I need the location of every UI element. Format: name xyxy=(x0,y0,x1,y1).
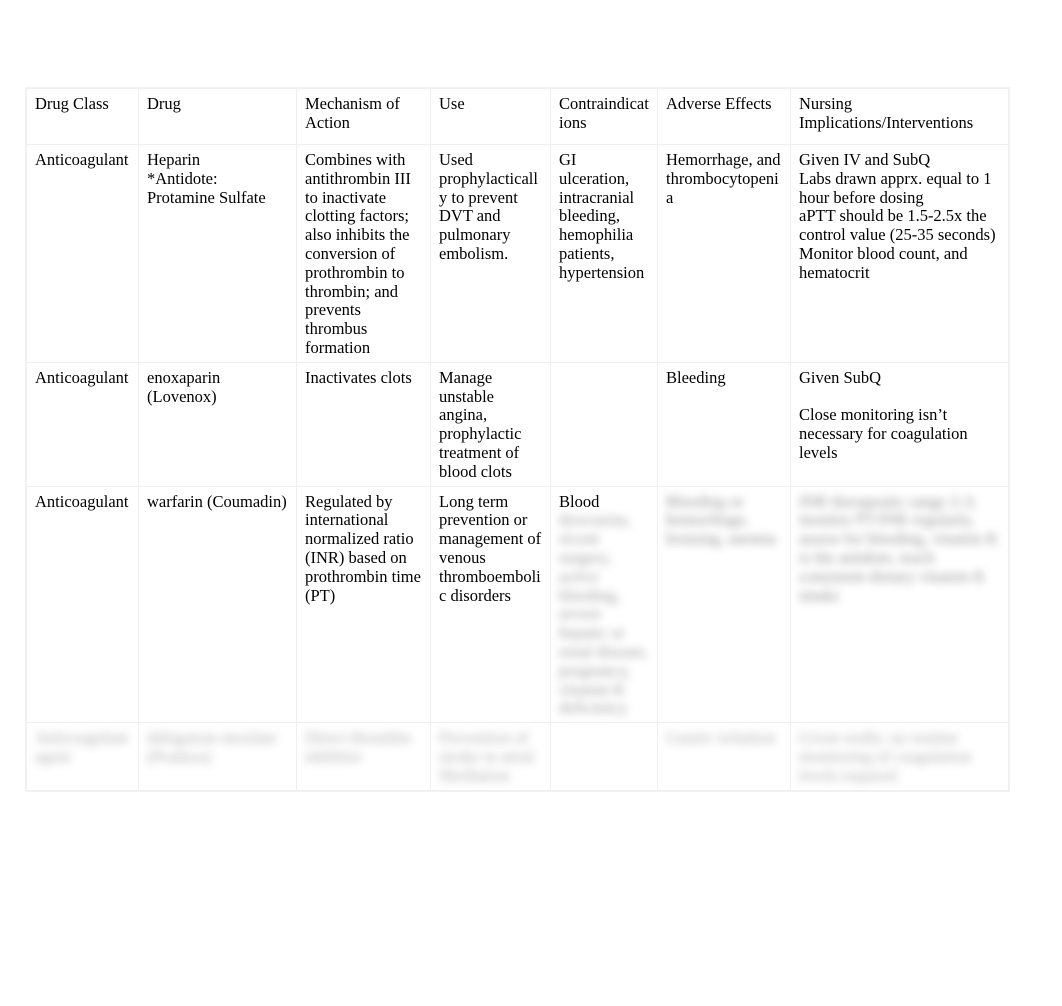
cell-drug-class: Anticoagulant xyxy=(26,485,139,724)
cell-mechanism: Inactivates clots xyxy=(296,361,431,487)
table-row: Anticoagulant agent dabigatran etexilate… xyxy=(26,722,1009,791)
column-header-contraindications: Contraindications xyxy=(550,88,658,145)
mechanism-redacted-text: Direct thrombin inhibitor xyxy=(305,728,411,766)
nursing-implications-redacted-text: INR therapeutic range 2-3; monitor PT/IN… xyxy=(799,491,999,605)
cell-nursing-implications: INR therapeutic range 2-3; monitor PT/IN… xyxy=(790,485,1009,724)
column-header-use: Use xyxy=(430,88,551,145)
nursing-implications-value: Given SubQ Close monitoring isn’t necess… xyxy=(799,367,968,462)
cell-mechanism: Combines with antithrombin III to inacti… xyxy=(296,144,431,363)
column-header-mechanism-of-action-label: Mechanism of Action xyxy=(305,94,400,132)
cell-nursing-implications: Given IV and SubQ Labs drawn apprx. equa… xyxy=(790,144,1009,363)
mechanism-value: Inactivates clots xyxy=(305,367,412,387)
drug-value: warfarin (Coumadin) xyxy=(147,491,287,511)
cell-use: Long term prevention or management of ve… xyxy=(430,485,551,724)
cell-drug-class: Anticoagulant xyxy=(26,144,139,363)
cell-drug: Heparin *Antidote: Protamine Sulfate xyxy=(138,144,297,363)
cell-adverse-effects: Hemorrhage, and thrombocytopenia xyxy=(657,144,791,363)
mechanism-value: Combines with antithrombin III to inacti… xyxy=(305,150,411,357)
cell-drug-class: Anticoagulant xyxy=(26,361,139,487)
column-header-mechanism-of-action: Mechanism of Action xyxy=(296,88,431,145)
table-body: Anticoagulant Heparin *Antidote: Protami… xyxy=(26,144,1009,791)
table-header-row: Drug Class Drug Mechanism of Action Use … xyxy=(26,88,1009,145)
column-header-nursing-implications-label: Nursing Implications/Interventions xyxy=(799,94,974,132)
use-redacted-text: Prevention of stroke in atrial fibrillat… xyxy=(439,728,535,785)
cell-drug: enoxaparin (Lovenox) xyxy=(138,361,297,487)
drug-class-redacted-text: Anticoagulant agent xyxy=(35,728,129,766)
cell-use: Manage unstable angina, prophylactic tre… xyxy=(430,361,551,487)
column-header-adverse-effects: Adverse Effects xyxy=(657,88,791,145)
adverse-effects-value: Bleeding xyxy=(666,367,726,387)
drug-class-value: Anticoagulant xyxy=(35,150,129,169)
column-header-drug-class-label: Drug Class xyxy=(35,94,109,113)
use-value: Manage unstable angina, prophylactic tre… xyxy=(439,367,522,481)
column-header-adverse-effects-label: Adverse Effects xyxy=(666,94,772,113)
column-header-drug-class: Drug Class xyxy=(26,88,139,145)
nursing-implications-value: Given IV and SubQ Labs drawn apprx. equa… xyxy=(799,150,996,282)
cell-contraindications xyxy=(550,361,658,487)
drug-redacted-text: dabigatran etexilate (Pradaxa) xyxy=(147,728,277,766)
column-header-use-label: Use xyxy=(439,94,465,113)
cell-adverse-effects: Bleeding xyxy=(657,361,791,487)
cell-mechanism: Direct thrombin inhibitor xyxy=(296,722,431,791)
cell-nursing-implications: Given orally; no routine monitoring of c… xyxy=(790,722,1009,791)
drug-reference-table: Drug Class Drug Mechanism of Action Use … xyxy=(26,88,1009,791)
mechanism-value: Regulated by international normalized ra… xyxy=(305,491,421,605)
cell-use: Used prophylactically to prevent DVT and… xyxy=(430,144,551,363)
table-row: Anticoagulant Heparin *Antidote: Protami… xyxy=(26,144,1009,363)
drug-value: Heparin *Antidote: Protamine Sulfate xyxy=(147,150,266,207)
nursing-implications-redacted-text: Given orally; no routine monitoring of c… xyxy=(799,728,972,785)
table-row: Anticoagulant warfarin (Coumadin) Regula… xyxy=(26,485,1009,724)
column-header-drug: Drug xyxy=(138,88,297,145)
table-header: Drug Class Drug Mechanism of Action Use … xyxy=(26,88,1009,145)
table-row: Anticoagulant enoxaparin (Lovenox) Inact… xyxy=(26,361,1009,487)
contraindications-redacted-text: dyscrasias, recent surgery, active bleed… xyxy=(559,510,648,718)
contraindications-value: GI ulceration, intracranial bleeding, he… xyxy=(559,150,645,282)
adverse-effects-redacted-text: Gastric irritation xyxy=(666,728,776,748)
drug-class-value: Anticoagulant xyxy=(35,491,129,511)
adverse-effects-value: Hemorrhage, and thrombocytopenia xyxy=(666,150,781,207)
cell-use: Prevention of stroke in atrial fibrillat… xyxy=(430,722,551,791)
contraindications-value: Blood xyxy=(559,491,600,511)
use-value: Used prophylactically to prevent DVT and… xyxy=(439,150,538,263)
column-header-drug-label: Drug xyxy=(147,94,181,113)
column-header-nursing-implications: Nursing Implications/Interventions xyxy=(790,88,1009,145)
cell-adverse-effects: Bleeding or hemorrhage, bruising, anemia xyxy=(657,485,791,724)
drug-class-value: Anticoagulant xyxy=(35,367,129,387)
cell-adverse-effects: Gastric irritation xyxy=(657,722,791,791)
use-value: Long term prevention or management of ve… xyxy=(439,491,542,605)
cell-contraindications: GI ulceration, intracranial bleeding, he… xyxy=(550,144,658,363)
cell-contraindications xyxy=(550,722,658,791)
cell-contraindications: Blood dyscrasias, recent surgery, active… xyxy=(550,485,658,724)
cell-nursing-implications: Given SubQ Close monitoring isn’t necess… xyxy=(790,361,1009,487)
cell-drug: warfarin (Coumadin) xyxy=(138,485,297,724)
adverse-effects-redacted-text: Bleeding or hemorrhage, bruising, anemia xyxy=(666,491,776,549)
document-page: Drug Class Drug Mechanism of Action Use … xyxy=(0,0,1062,1006)
column-header-contraindications-label: Contraindications xyxy=(559,94,649,132)
cell-drug: dabigatran etexilate (Pradaxa) xyxy=(138,722,297,791)
drug-value: enoxaparin (Lovenox) xyxy=(147,367,221,406)
cell-mechanism: Regulated by international normalized ra… xyxy=(296,485,431,724)
cell-drug-class: Anticoagulant agent xyxy=(26,722,139,791)
